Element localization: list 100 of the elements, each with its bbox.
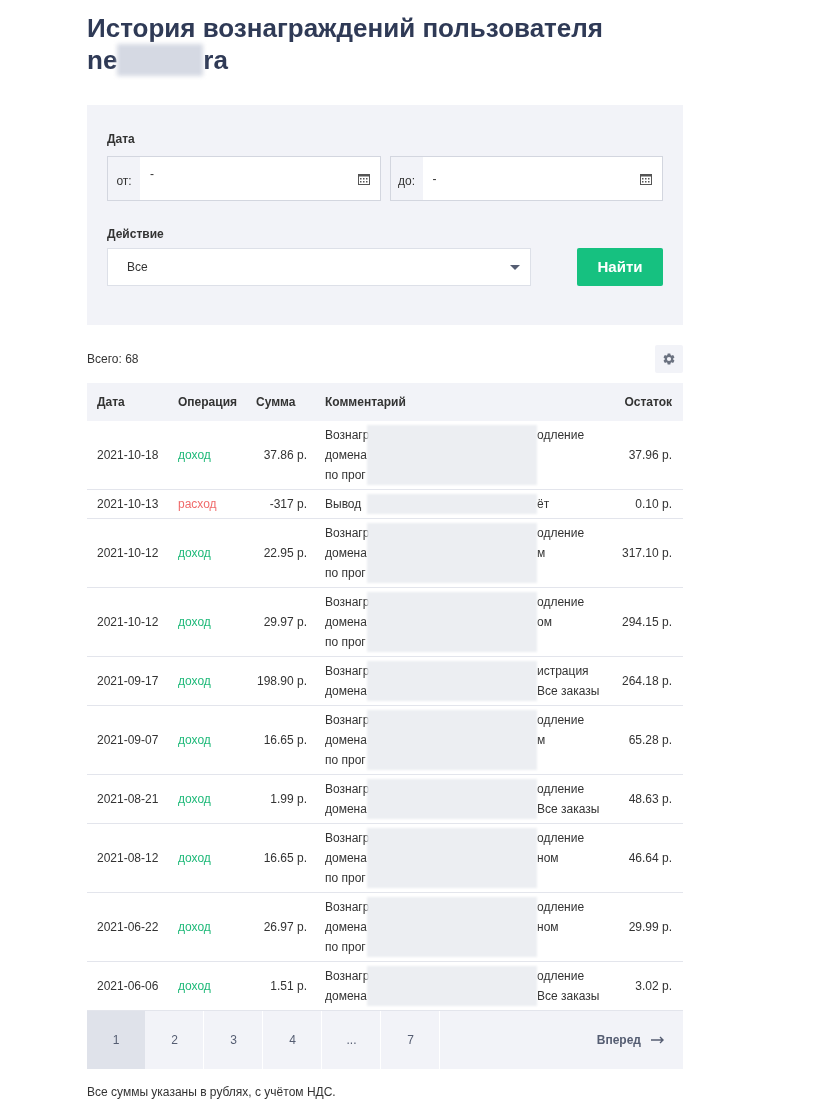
arrow-right-icon <box>651 1036 665 1044</box>
table-cell: 29.99 р. <box>600 892 683 962</box>
footnote: Все суммы указаны в рублях, с учётом НДС. <box>87 1084 337 1100</box>
column-header: Комментарий <box>315 383 600 421</box>
table-cell: 29.97 р. <box>246 587 315 657</box>
comment-fragment: одление <box>537 968 585 985</box>
table-cell: 2021-06-22 <box>87 892 168 962</box>
operation-cell: доход <box>168 656 246 706</box>
table-cell: 2021-08-21 <box>87 774 168 824</box>
comment-fragment: по прог <box>325 634 366 651</box>
comment-fragment: ом <box>537 614 552 631</box>
table-cell: -317 р. <box>246 489 315 519</box>
comment-fragment: Вывод <box>325 496 362 513</box>
comment-fragment: ном <box>537 919 559 936</box>
operation-cell: доход <box>168 892 246 962</box>
table-cell: 22.95 р. <box>246 518 315 588</box>
comment-fragment: Вознагр <box>325 899 370 916</box>
comment-fragment: Вознагр <box>325 427 370 444</box>
comment-fragment: ном <box>537 850 559 867</box>
comment-fragment: Вознагр <box>325 525 370 542</box>
date-range-field[interactable]: до: - <box>389 156 663 201</box>
settings-icon <box>662 352 676 366</box>
table-cell: 0.10 р. <box>600 489 683 519</box>
comment-fragment: Вознагр <box>325 594 370 611</box>
table-cell: 2021-10-12 <box>87 587 168 657</box>
table-cell: 37.86 р. <box>246 421 315 490</box>
comment-fragment: по прог <box>325 752 366 769</box>
comment-fragment: одление <box>537 781 585 798</box>
date-label: Дата <box>107 131 136 148</box>
comment-fragment: одление <box>537 712 585 729</box>
table-cell: 16.65 р. <box>246 705 315 775</box>
table-cell: 37.96 р. <box>600 421 683 490</box>
page-button[interactable]: 1 <box>87 1011 145 1069</box>
operation-cell: доход <box>168 705 246 775</box>
table-cell: 2021-10-12 <box>87 518 168 588</box>
operation-cell: доход <box>168 421 246 490</box>
table-cell: 65.28 р. <box>600 705 683 775</box>
comment-fragment: одление <box>537 594 585 611</box>
table-cell: 16.65 р. <box>246 823 315 893</box>
table-cell: 317.10 р. <box>600 518 683 588</box>
comment-fragment: домена <box>325 545 367 562</box>
comment-fragment: Все заказы <box>537 683 600 700</box>
comment-fragment: одление <box>537 830 585 847</box>
comment-fragment: домена <box>325 801 367 818</box>
comment-fragment: по прог <box>325 870 366 887</box>
table-cell: 2021-09-17 <box>87 656 168 706</box>
table-cell: 2021-10-18 <box>87 421 168 490</box>
comment-fragment: Все заказы <box>537 988 600 1005</box>
operation-cell: расход <box>168 489 246 519</box>
comment-fragment: Вознагр <box>325 663 370 680</box>
table-cell: 2021-06-06 <box>87 961 168 1011</box>
operation-cell: доход <box>168 774 246 824</box>
comment-fragment: одление <box>537 525 585 542</box>
calendar-icon[interactable] <box>357 172 370 185</box>
comment-fragment: Все заказы <box>537 801 600 818</box>
table-cell: 46.64 р. <box>600 823 683 893</box>
comment-fragment: м <box>537 732 546 749</box>
table-cell: 198.90 р. <box>246 656 315 706</box>
comment-fragment: Вознагр <box>325 830 370 847</box>
comment-fragment: Вознагр <box>325 781 370 798</box>
comment-fragment: домена <box>325 988 367 1005</box>
column-header: Остаток <box>600 383 683 421</box>
comment-fragment: домена <box>325 850 367 867</box>
username-end: ra <box>203 44 228 76</box>
next-page-button[interactable]: Вперед <box>596 1011 683 1069</box>
table-cell: 3.02 р. <box>600 961 683 1011</box>
table-cell: 48.63 р. <box>600 774 683 824</box>
comment-fragment: ёт <box>537 496 550 513</box>
table-cell: 264.18 р. <box>600 656 683 706</box>
table-cell: 1.51 р. <box>246 961 315 1011</box>
column-header: Операция <box>168 383 246 421</box>
comment-fragment: домена <box>325 447 367 464</box>
settings-button[interactable] <box>655 345 683 373</box>
operation-cell: доход <box>168 587 246 657</box>
comment-fragment: м <box>537 545 546 562</box>
table-cell: 2021-09-07 <box>87 705 168 775</box>
comment-fragment: домена <box>325 732 367 749</box>
action-label: Действие <box>107 226 165 243</box>
action-select[interactable]: Все <box>107 248 531 286</box>
calendar-icon[interactable] <box>640 172 652 185</box>
comment-fragment: одление <box>537 899 585 916</box>
table-cell: 26.97 р. <box>246 892 315 962</box>
operation-cell: доход <box>168 823 246 893</box>
username-start: ne <box>87 44 118 76</box>
comment-fragment: по прог <box>325 565 366 582</box>
comment-fragment: по прог <box>325 939 366 956</box>
column-header: Дата <box>87 383 168 421</box>
date-range-field[interactable]: от: - <box>107 156 381 201</box>
operation-cell: доход <box>168 961 246 1011</box>
total-count: Всего: 68 <box>87 351 139 368</box>
comment-fragment: Вознагр <box>325 712 370 729</box>
table-cell: 2021-08-12 <box>87 823 168 893</box>
comment-fragment: истрация <box>537 663 589 680</box>
comment-fragment: домена <box>325 919 367 936</box>
field-prefix: до: <box>390 157 423 200</box>
comment-fragment: Вознагр <box>325 968 370 985</box>
comment-fragment: домена <box>325 614 367 631</box>
comment-fragment: одление <box>537 427 585 444</box>
field-value: - <box>150 166 154 183</box>
table-cell: 294.15 р. <box>600 587 683 657</box>
